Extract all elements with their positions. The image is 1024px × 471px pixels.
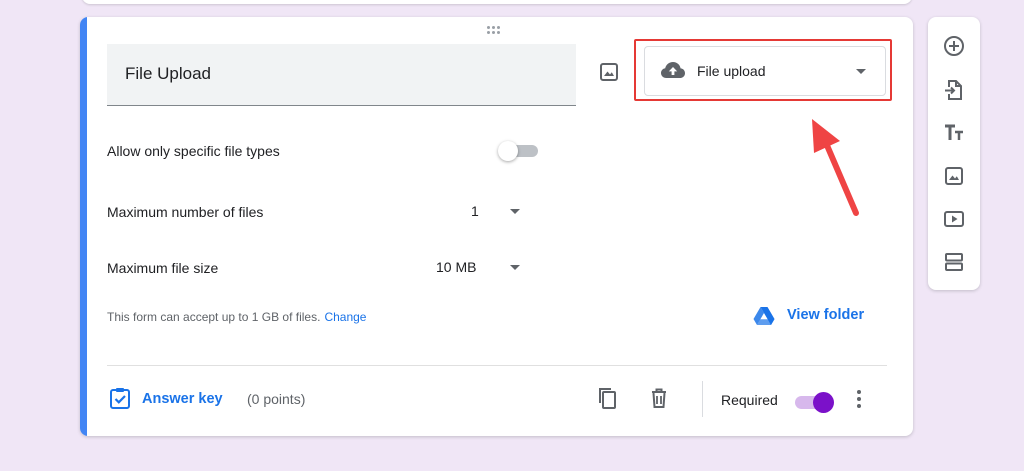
points-label: (0 points) — [247, 391, 306, 407]
max-files-chevron-icon[interactable] — [510, 209, 520, 214]
question-card[interactable]: File Upload File upload Allow only speci… — [80, 17, 913, 436]
max-size-chevron-icon[interactable] — [510, 265, 520, 270]
specific-file-types-label: Allow only specific file types — [107, 143, 280, 159]
add-image-icon[interactable] — [597, 60, 621, 84]
add-title-icon[interactable] — [941, 120, 967, 146]
drag-handle-icon[interactable] — [487, 26, 507, 36]
add-section-icon[interactable] — [941, 249, 967, 275]
floating-toolbar — [928, 17, 980, 290]
add-question-icon[interactable] — [941, 33, 967, 59]
toggle-knob — [498, 141, 518, 161]
required-label: Required — [721, 392, 778, 408]
question-title-text: File Upload — [125, 64, 211, 83]
toggle-knob — [813, 392, 834, 413]
required-toggle[interactable] — [793, 390, 837, 414]
answer-key-button[interactable]: Answer key — [142, 391, 223, 407]
max-files-select[interactable]: 1 — [471, 203, 479, 219]
duplicate-icon[interactable] — [595, 386, 619, 410]
view-folder-link[interactable]: View folder — [787, 307, 864, 323]
more-options-icon[interactable] — [853, 389, 865, 411]
chevron-down-icon — [856, 69, 866, 74]
answer-key-icon[interactable] — [109, 387, 131, 409]
google-drive-icon[interactable] — [753, 306, 775, 326]
cloud-upload-icon — [661, 62, 685, 78]
max-files-label: Maximum number of files — [107, 204, 264, 220]
delete-icon[interactable] — [647, 386, 671, 410]
import-questions-icon[interactable] — [941, 77, 967, 103]
capacity-text: This form can accept up to 1 GB of files… — [107, 310, 321, 324]
question-type-label: File upload — [697, 63, 766, 79]
max-size-select[interactable]: 10 MB — [436, 259, 476, 275]
active-card-indicator — [80, 17, 87, 436]
upload-capacity-note: This form can accept up to 1 GB of files… — [107, 310, 366, 324]
add-video-icon[interactable] — [941, 206, 967, 232]
change-capacity-link[interactable]: Change — [324, 310, 366, 324]
question-title-input[interactable]: File Upload — [107, 44, 576, 106]
annotation-arrow — [812, 119, 859, 216]
question-type-dropdown[interactable]: File upload — [644, 46, 886, 96]
previous-question-card — [82, 0, 912, 4]
max-size-label: Maximum file size — [107, 260, 219, 276]
footer-separator — [702, 381, 703, 417]
specific-file-types-toggle[interactable] — [498, 141, 542, 161]
add-image-icon[interactable] — [941, 163, 967, 189]
footer-divider — [107, 365, 887, 366]
